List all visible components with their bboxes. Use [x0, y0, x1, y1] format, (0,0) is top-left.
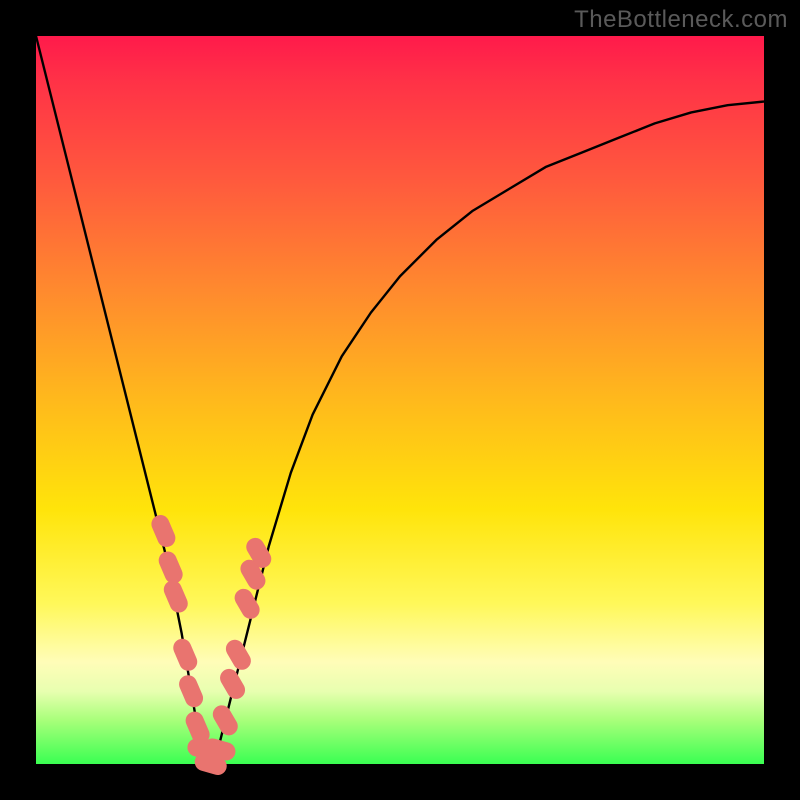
plot-area — [36, 36, 764, 764]
marker-point — [195, 721, 201, 735]
marker-point — [168, 560, 174, 574]
marker-point — [229, 678, 236, 690]
marker-point — [160, 524, 166, 538]
marker-point — [212, 747, 226, 751]
marker-point — [222, 714, 229, 726]
marker-point — [188, 684, 194, 698]
marker-point — [173, 590, 179, 604]
chart-frame: TheBottleneck.com — [0, 0, 800, 800]
bottleneck-curve — [36, 36, 764, 764]
marker-point — [255, 547, 262, 559]
marker-point — [204, 762, 218, 766]
marker-point — [235, 649, 242, 661]
marker-point — [244, 598, 251, 610]
watermark-text: TheBottleneck.com — [574, 6, 788, 34]
chart-overlay — [36, 36, 764, 764]
marker-point — [182, 648, 188, 662]
marker-point — [249, 569, 256, 581]
marker-group — [160, 524, 262, 766]
